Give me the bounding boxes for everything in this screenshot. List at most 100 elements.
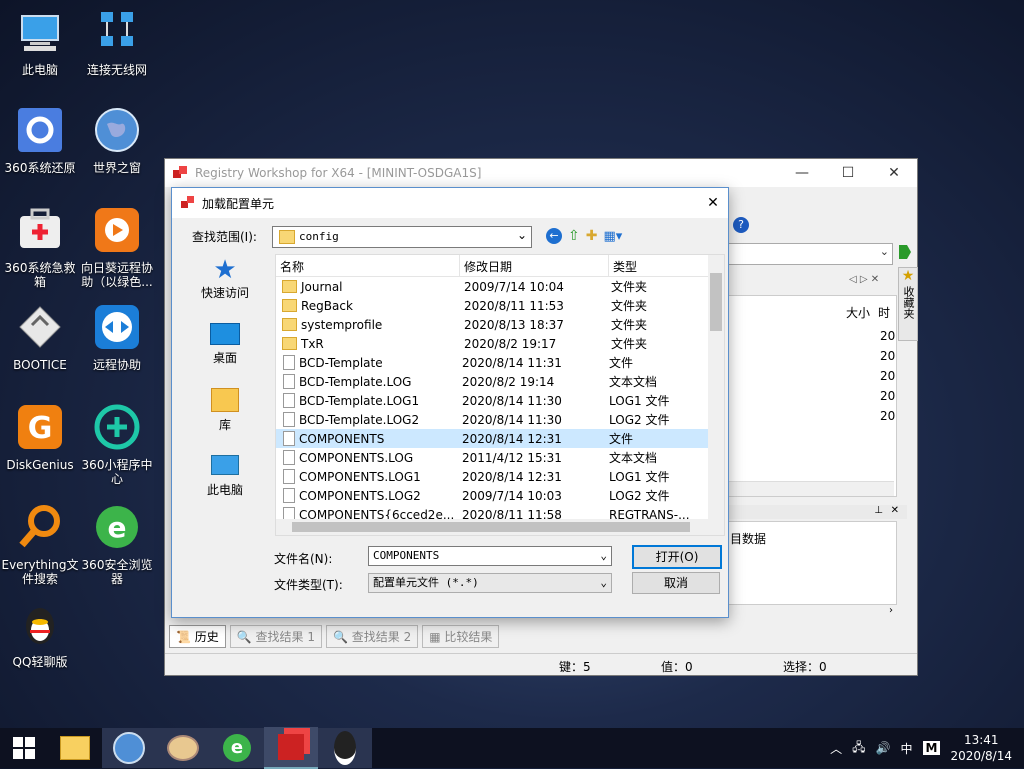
place-quick-access[interactable]: ★ 快速访问 <box>180 256 270 301</box>
places-sidebar: ★ 快速访问 桌面 库 此电脑 <box>180 256 270 520</box>
column-header-time[interactable]: 时 <box>878 304 890 321</box>
panel-header: ⊥ ✕ <box>725 505 907 519</box>
desktop-icon-this-pc[interactable]: 此电脑 <box>0 8 80 77</box>
folder-icon <box>282 318 297 331</box>
tab-find-result-1[interactable]: 🔍 查找结果 1 <box>229 624 322 648</box>
start-button[interactable] <box>0 728 48 768</box>
status-selection: 选择：0 <box>783 660 827 674</box>
column-header-name[interactable]: 名称 <box>276 255 460 276</box>
time-cell: 20 <box>880 329 896 343</box>
nav-arrows[interactable]: ◁ ▷ ✕ <box>849 274 879 285</box>
column-header-type[interactable]: 类型 <box>609 255 712 276</box>
svg-text:e: e <box>108 511 127 544</box>
qq-penguin-icon <box>334 731 356 765</box>
address-combo[interactable]: ⌄ <box>725 243 893 265</box>
file-row[interactable]: BCD-Template.LOG2 2020/8/14 11:30 LOG2 文件 <box>276 410 724 429</box>
scrollbar-thumb[interactable] <box>292 522 690 532</box>
file-row[interactable]: COMPONENTS.LOG2 2009/7/14 10:03 LOG2 文件 <box>276 486 724 505</box>
view-menu-icon[interactable]: ▦▾ <box>603 229 622 244</box>
scrollbar-thumb[interactable] <box>710 273 722 331</box>
file-date: 2020/8/14 12:31 <box>462 469 562 484</box>
file-row[interactable]: RegBack 2020/8/11 11:53 文件夹 <box>276 296 724 315</box>
file-name: BCD-Template.LOG <box>299 374 412 389</box>
file-row[interactable]: BCD-Template.LOG 2020/8/2 19:14 文本文档 <box>276 372 724 391</box>
place-this-pc[interactable]: 此电脑 <box>180 455 270 498</box>
clock[interactable]: 13:41 2020/8/14 <box>950 732 1012 764</box>
taskbar-paint[interactable] <box>156 728 210 768</box>
file-type: 文本文档 <box>609 375 658 389</box>
file-row[interactable]: COMPONENTS.LOG 2011/4/12 15:31 文本文档 <box>276 448 724 467</box>
file-row[interactable]: BCD-Template.LOG1 2020/8/14 11:30 LOG1 文件 <box>276 391 724 410</box>
file-row[interactable]: Journal 2009/7/14 10:04 文件夹 <box>276 277 724 296</box>
desktop-icon-world-window[interactable]: 世界之窗 <box>77 106 157 175</box>
place-label: 快速访问 <box>200 286 249 300</box>
taskbar-qq[interactable] <box>318 728 372 768</box>
desktop-icon-sunflower[interactable]: 向日葵远程协助（以绿色... <box>77 206 157 289</box>
desktop-icon-360-mini[interactable]: 360小程序中心 <box>77 403 157 486</box>
column-header-size[interactable]: 大小 <box>846 304 870 321</box>
go-arrow-icon[interactable] <box>897 243 913 261</box>
file-name: BCD-Template.LOG1 <box>299 393 420 408</box>
desktop-icon-bootice[interactable]: BOOTICE <box>0 303 80 372</box>
desktop-icon-diskgenius[interactable]: G DiskGenius <box>0 403 80 472</box>
desktop-icon-remote-assist[interactable]: 远程协助 <box>77 303 157 372</box>
favorites-side-tab[interactable]: ★ 收藏夹 <box>898 267 918 341</box>
close-button[interactable]: ✕ <box>871 165 917 181</box>
desktop-icon-qq[interactable]: QQ轻聊版 <box>0 600 80 669</box>
up-folder-icon[interactable]: ⇧ <box>568 228 580 244</box>
file-row[interactable]: BCD-Template 2020/8/14 11:31 文件 <box>276 353 724 372</box>
desktop-icon-360-browser[interactable]: e 360安全浏览器 <box>77 503 157 586</box>
tab-compare[interactable]: ▦ 比较结果 <box>422 624 500 648</box>
library-icon <box>211 388 239 412</box>
desktop-icon-360-restore[interactable]: 360系统还原 <box>0 106 80 175</box>
filename-input[interactable]: COMPONENTS ⌄ <box>368 546 612 566</box>
file-type: 文件 <box>609 432 634 446</box>
minimize-button[interactable]: — <box>779 165 825 181</box>
scroll-right-icon[interactable]: › <box>889 605 893 616</box>
place-libraries[interactable]: 库 <box>180 388 270 433</box>
taskbar-360-browser[interactable]: e <box>210 728 264 768</box>
place-desktop[interactable]: 桌面 <box>180 323 270 366</box>
desktop-icon-wifi[interactable]: 连接无线网 <box>77 8 157 77</box>
ime-mode-indicator[interactable]: M <box>922 741 941 755</box>
horizontal-scrollbar[interactable] <box>726 481 894 496</box>
panel-close-icon[interactable]: ✕ <box>891 505 899 516</box>
lookin-combo[interactable]: config ⌄ <box>272 226 532 248</box>
volume-icon[interactable]: 🔊 <box>876 741 891 755</box>
column-header-date[interactable]: 修改日期 <box>460 255 609 276</box>
new-folder-icon[interactable]: ✚ <box>586 228 598 244</box>
horizontal-scrollbar[interactable] <box>276 519 724 535</box>
desktop-icon-everything[interactable]: Everything文件搜索 <box>0 503 80 586</box>
chevron-up-icon[interactable]: ︿ <box>830 740 842 757</box>
file-date: 2020/8/14 11:30 <box>462 412 562 427</box>
tab-find-result-2[interactable]: 🔍 查找结果 2 <box>326 624 419 648</box>
cancel-button[interactable]: 取消 <box>632 572 720 594</box>
help-icon[interactable]: ? <box>733 217 749 233</box>
maximize-button[interactable]: ☐ <box>825 165 871 181</box>
pin-icon[interactable]: ⊥ <box>874 505 883 516</box>
file-row[interactable]: COMPONENTS 2020/8/14 12:31 文件 <box>276 429 724 448</box>
file-row[interactable]: TxR 2020/8/2 19:17 文件夹 <box>276 334 724 353</box>
ime-indicator[interactable]: 中 <box>901 740 913 757</box>
dialog-close-button[interactable]: ✕ <box>698 195 728 211</box>
file-list-header: 名称 修改日期 类型 <box>276 255 724 277</box>
desktop-icon-360-rescue[interactable]: 360系统急救箱 <box>0 206 80 289</box>
teamviewer-icon <box>95 305 139 349</box>
network-icon[interactable]: 🖧 <box>852 738 865 759</box>
file-row[interactable]: systemprofile 2020/8/13 18:37 文件夹 <box>276 315 724 334</box>
file-icon <box>283 469 295 484</box>
taskbar-world-window[interactable] <box>102 728 156 768</box>
taskbar-explorer[interactable] <box>48 728 102 768</box>
vertical-scrollbar[interactable] <box>708 255 724 519</box>
chevron-down-icon: ⌄ <box>516 228 527 242</box>
registry-icon <box>181 196 194 208</box>
tab-history[interactable]: 📜 历史 <box>169 624 226 648</box>
back-icon[interactable]: ← <box>546 228 562 244</box>
file-row[interactable]: COMPONENTS.LOG1 2020/8/14 12:31 LOG1 文件 <box>276 467 724 486</box>
magnifier-icon <box>19 505 60 548</box>
filetype-select[interactable]: 配置单元文件 (*.*) ⌄ <box>368 573 612 593</box>
file-date: 2009/7/14 10:03 <box>462 488 562 503</box>
taskbar-registry-workshop[interactable] <box>264 727 318 769</box>
open-button[interactable]: 打开(O) <box>632 545 722 569</box>
desktop-icon-label: Everything文件搜索 <box>1 558 79 586</box>
